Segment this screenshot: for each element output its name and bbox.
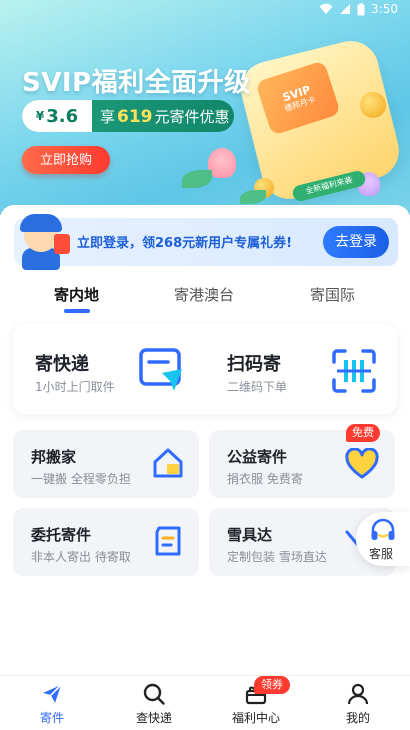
bottom-navigation: 寄件 查快递 福利中心 我的 bbox=[0, 675, 410, 730]
tab-international[interactable]: 寄国际 bbox=[310, 284, 355, 305]
nav-track[interactable]: 查快递 bbox=[104, 676, 204, 730]
send-plane-icon bbox=[43, 684, 62, 703]
service-title: 委托寄件 bbox=[31, 526, 92, 544]
service-subtitle: 1小时上门取件 bbox=[35, 380, 115, 394]
login-button[interactable]: 去登录 bbox=[323, 226, 389, 258]
service-title: 公益寄件 bbox=[227, 448, 288, 466]
document-icon bbox=[155, 526, 181, 556]
coupon-badge: 领券 bbox=[254, 676, 290, 694]
customer-service-button[interactable]: 客服 bbox=[356, 512, 410, 566]
leaf-decoration bbox=[182, 170, 212, 188]
nav-send[interactable]: 寄件 bbox=[2, 676, 102, 730]
status-bar: 3:50 bbox=[319, 2, 398, 16]
login-promo-text: 立即登录，领268元新用户专属礼券! bbox=[77, 236, 293, 251]
battery-icon bbox=[357, 2, 365, 15]
headset-icon bbox=[371, 518, 395, 540]
service-subtitle: 一键搬 全程零负担 bbox=[31, 472, 131, 486]
service-title: 雪具达 bbox=[227, 526, 273, 544]
nav-label: 查快递 bbox=[135, 711, 172, 725]
offer-suffix: 元寄件优惠 bbox=[154, 107, 230, 126]
red-envelope-icon bbox=[54, 234, 70, 254]
buy-now-button[interactable]: 立即抢购 bbox=[22, 146, 110, 174]
status-time: 3:50 bbox=[371, 2, 398, 16]
service-title: 扫码寄 bbox=[227, 354, 281, 375]
free-badge: 免费 bbox=[346, 424, 380, 442]
region-tabs: 寄内地 寄港澳台 寄国际 bbox=[0, 284, 410, 314]
person-icon bbox=[347, 683, 369, 705]
nav-mine[interactable]: 我的 bbox=[308, 676, 408, 730]
price-symbol: ¥ bbox=[35, 109, 45, 123]
scan-icon bbox=[332, 349, 376, 393]
service-subtitle: 二维码下单 bbox=[227, 380, 288, 394]
hero-title: SVIP福利全面升级 bbox=[22, 68, 251, 98]
service-subtitle: 非本人寄出 待寄取 bbox=[31, 550, 131, 564]
flower-decoration bbox=[208, 148, 236, 178]
tab-mainland[interactable]: 寄内地 bbox=[54, 284, 99, 305]
nav-label: 福利中心 bbox=[231, 711, 280, 725]
leaf-decoration bbox=[240, 190, 266, 204]
wifi-icon bbox=[319, 3, 333, 14]
tab-hk-macau-taiwan[interactable]: 寄港澳台 bbox=[174, 284, 234, 305]
offer-prefix: 享 bbox=[100, 107, 116, 126]
service-moving[interactable]: 邦搬家 一键搬 全程零负担 bbox=[13, 430, 199, 498]
heart-icon bbox=[345, 448, 379, 479]
customer-service-label: 客服 bbox=[369, 547, 394, 561]
nav-label: 寄件 bbox=[39, 711, 64, 725]
search-icon bbox=[143, 683, 165, 705]
house-icon bbox=[153, 448, 183, 478]
signal-icon bbox=[340, 4, 351, 14]
price-pill: ¥ 3.6 享 619 元寄件优惠 bbox=[22, 100, 234, 132]
service-proxy-send[interactable]: 委托寄件 非本人寄出 待寄取 bbox=[13, 508, 199, 576]
send-icon bbox=[139, 348, 182, 391]
offer-text: 享 619 元寄件优惠 bbox=[92, 106, 230, 127]
coin-icon bbox=[360, 92, 386, 118]
service-title: 寄快递 bbox=[35, 354, 89, 375]
active-tab-indicator bbox=[64, 309, 90, 313]
price-tag: ¥ 3.6 bbox=[22, 100, 92, 132]
offer-amount: 619 bbox=[117, 106, 153, 127]
nav-label: 我的 bbox=[345, 711, 370, 725]
service-title: 邦搬家 bbox=[31, 448, 77, 466]
hero-banner[interactable]: SVIP 德邦月卡 全新福利来袭 SVIP福利全面升级 ¥ 3.6 享 619 元寄… bbox=[0, 0, 410, 215]
price-value: 3.6 bbox=[46, 105, 79, 127]
service-subtitle: 捐衣服 免费寄 bbox=[227, 472, 303, 486]
service-subtitle: 定制包装 雪场直达 bbox=[227, 550, 327, 564]
mascot-illustration bbox=[14, 214, 74, 270]
